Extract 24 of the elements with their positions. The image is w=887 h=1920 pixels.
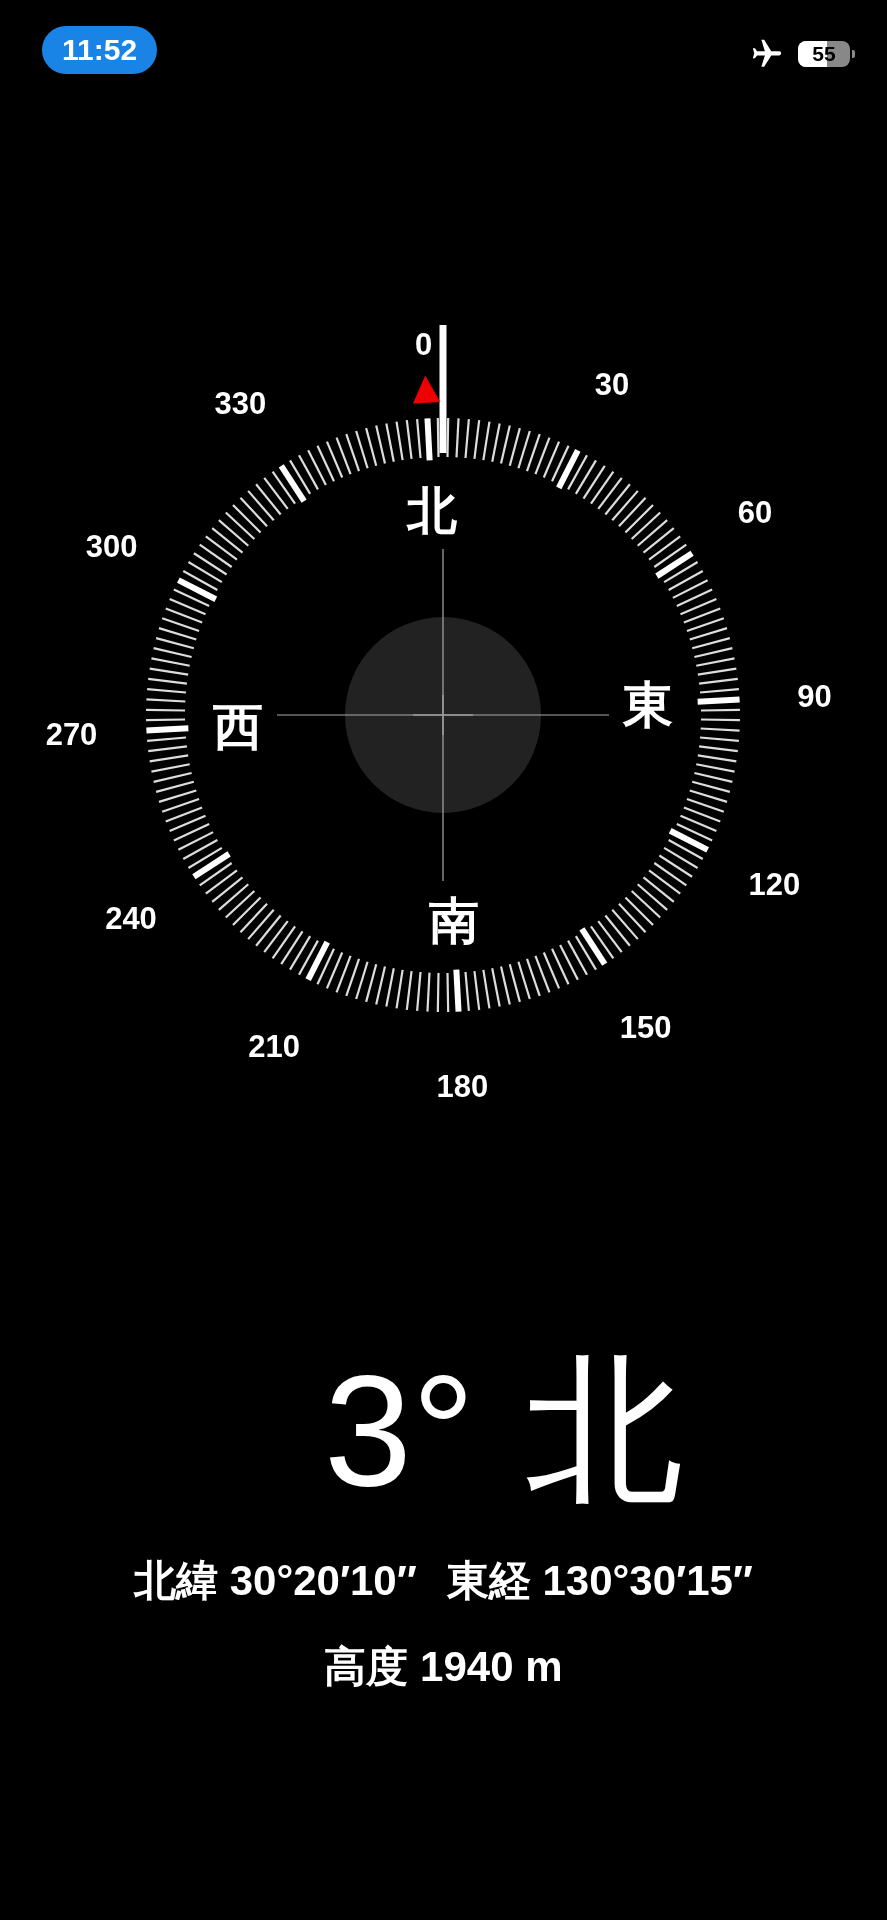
- dial-degree-label: 240: [105, 900, 157, 936]
- heading-direction: 北: [525, 1345, 684, 1515]
- dial-degree-label: 210: [248, 1029, 300, 1065]
- dial-degree-label: 0: [414, 326, 433, 362]
- dial-degree-label: 120: [748, 866, 801, 902]
- dial-degree-label: 60: [737, 495, 773, 531]
- longitude-text: 東経 130°30′15″: [446, 1556, 753, 1606]
- dial-degree-label: 150: [619, 1010, 672, 1045]
- clock-time: 11:52: [42, 26, 158, 74]
- dial-degree-label: 30: [594, 366, 630, 402]
- heading-degrees: 3°: [323, 1345, 476, 1515]
- cardinal-label: 北: [407, 482, 458, 541]
- north-marker-icon: [413, 375, 441, 404]
- dial-degree-label: 270: [45, 717, 98, 753]
- dial-degree-label: 180: [436, 1069, 489, 1105]
- altitude-text: 高度 1940 m: [324, 1642, 563, 1692]
- latitude-text: 北緯 30°20′10″: [134, 1556, 417, 1606]
- dial-degree-label: 300: [85, 529, 138, 565]
- dial-degree-label: 330: [214, 386, 267, 421]
- dial-degree-label: 90: [797, 678, 832, 714]
- cardinal-label: 南: [428, 891, 479, 950]
- cardinal-label: 西: [213, 697, 264, 756]
- cardinal-label: 東: [622, 676, 673, 735]
- level-crosshair-icon: [412, 694, 474, 736]
